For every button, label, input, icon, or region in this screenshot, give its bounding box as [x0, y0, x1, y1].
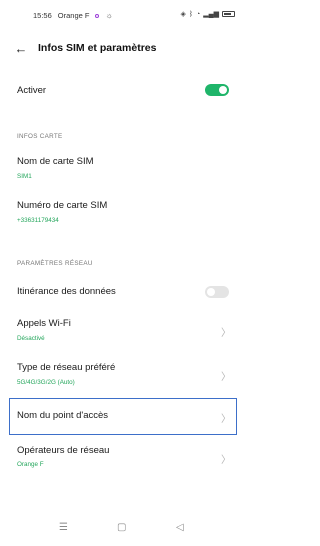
sim-number-label: Numéro de carte SIM — [17, 200, 108, 211]
sim-name-label: Nom de carte SIM — [17, 156, 94, 167]
section-header-network: PARAMÈTRES RÉSEAU — [17, 260, 93, 267]
status-left: 15:56 Orange F ☼ — [33, 11, 113, 20]
wifi-calls-label: Appels Wi-Fi — [17, 318, 71, 329]
bluetooth-icon: ᛒ — [188, 10, 194, 18]
signal-icon: ▂▄▆ — [203, 11, 219, 18]
wifi-icon: ◔ — [196, 10, 201, 18]
network-type-value: 5G/4G/3G/2G (Auto) — [17, 379, 75, 386]
network-type-label: Type de réseau préféré — [17, 362, 116, 373]
roaming-row[interactable]: Itinérance des données — [0, 279, 245, 305]
activate-row[interactable]: Activer — [0, 76, 245, 106]
status-bar: 15:56 Orange F ☼ ◈ ᛒ ◔ ▂▄▆ — [0, 0, 245, 28]
activate-label: Activer — [17, 85, 47, 96]
sim-name-row[interactable]: Nom de carte SIM SIM1 — [0, 150, 245, 186]
section-header-card: INFOS CARTE — [17, 133, 63, 140]
home-icon[interactable]: ▢ — [117, 522, 126, 533]
activate-toggle[interactable] — [205, 84, 229, 96]
wifi-calls-row[interactable]: Appels Wi-Fi Désactivé 〉 — [0, 312, 245, 348]
operators-row[interactable]: Opérateurs de réseau Orange F 〉 — [0, 440, 245, 476]
status-carrier: Orange F — [57, 11, 90, 20]
chevron-right-icon: 〉 — [221, 455, 231, 466]
chevron-right-icon: 〉 — [221, 328, 231, 339]
sim-name-value: SIM1 — [17, 173, 32, 180]
operators-value: Orange F — [17, 461, 44, 468]
vibrate-icon: ◈ — [180, 11, 186, 18]
back-arrow-icon[interactable]: ← — [11, 38, 31, 58]
brightness-icon: ☼ — [105, 11, 113, 20]
sim-number-value: +33631179434 — [17, 217, 59, 224]
roaming-toggle[interactable] — [205, 286, 229, 298]
status-time: 15:56 — [33, 11, 52, 20]
chevron-right-icon: 〉 — [221, 372, 231, 383]
selection-highlight — [9, 398, 237, 435]
battery-icon — [222, 11, 235, 17]
toggle-knob — [219, 86, 227, 94]
toggle-knob — [207, 288, 215, 296]
network-type-row[interactable]: Type de réseau préféré 5G/4G/3G/2G (Auto… — [0, 356, 245, 392]
navigation-bar: ☰ ▢ ◁ — [0, 520, 245, 540]
menu-icon[interactable]: ☰ — [59, 522, 68, 533]
operators-label: Opérateurs de réseau — [17, 445, 110, 456]
notification-dot-icon — [95, 13, 100, 18]
sim-number-row[interactable]: Numéro de carte SIM +33631179434 — [0, 194, 245, 230]
roaming-label: Itinérance des données — [17, 286, 116, 297]
header: ← Infos SIM et paramètres — [0, 36, 245, 60]
page-title: Infos SIM et paramètres — [38, 42, 157, 54]
wifi-calls-value: Désactivé — [17, 335, 45, 342]
back-triangle-icon[interactable]: ◁ — [176, 522, 184, 533]
status-right: ◈ ᛒ ◔ ▂▄▆ — [180, 10, 235, 18]
